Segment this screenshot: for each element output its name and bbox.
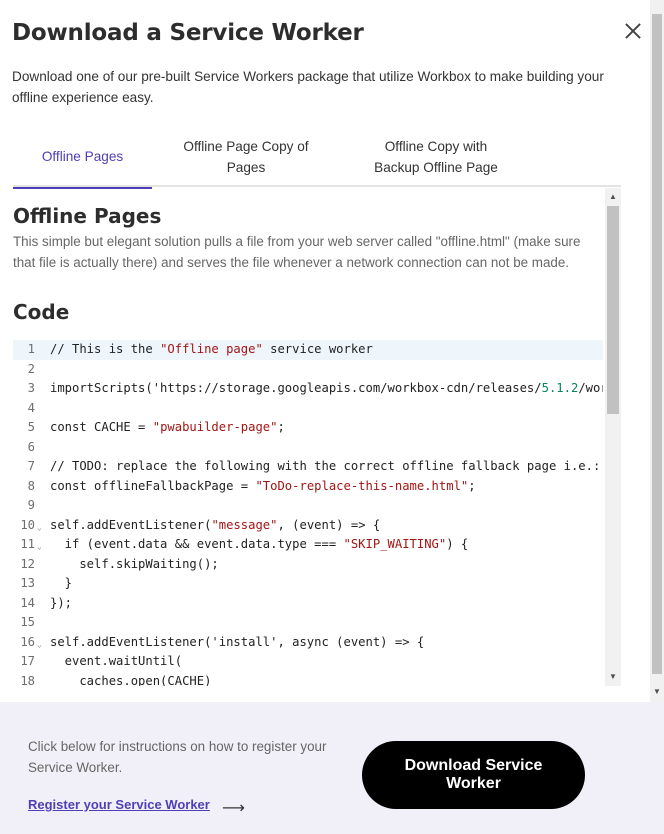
code-line: 12 self.skipWaiting(); (13, 555, 603, 575)
code-line: 17 event.waitUntil( (13, 652, 603, 672)
code-line: 16 ⌄ self.addEventListener('install', asyn… (13, 633, 603, 653)
line-text: importScripts('https://storage.googleapi… (50, 379, 603, 399)
line-number: 7 (27, 459, 35, 473)
page-scrollbar[interactable]: ▼ (650, 0, 664, 702)
code-token: 5.1.2 (541, 381, 579, 395)
line-text: // TODO: replace the following with the … (50, 457, 603, 477)
code-token: , (event) => { (277, 517, 381, 532)
line-number: 5 (27, 420, 35, 434)
code-token: if (event.data && event.data.type === (50, 537, 344, 551)
line-number: 1 (27, 342, 35, 356)
line-number: 18 (20, 673, 35, 687)
line-number: 14 (20, 595, 35, 610)
line-text: caches.open(CACHE) (50, 672, 211, 687)
code-token: self.skipWaiting(); (50, 556, 219, 571)
register-instructions: Click below for instructions on how to r… (28, 739, 327, 775)
code-line: 10 ⌄ self.addEventListener("message", (eve… (13, 516, 603, 536)
line-text: }); (50, 594, 72, 614)
download-service-worker-button[interactable]: Download Service Worker (362, 741, 585, 809)
line-number: 13 (20, 576, 35, 590)
code-token: service worker (262, 342, 373, 356)
line-number: 4 (27, 400, 35, 415)
line-number: 12 (20, 556, 35, 571)
line-number: 17 (20, 654, 35, 668)
code-token: ; (468, 478, 476, 493)
section-description: This simple but elegant solution pulls a… (13, 234, 581, 270)
code-token: self.addEventListener('install', async (… (50, 634, 425, 649)
line-number: 16 (20, 634, 35, 649)
line-text: // This is the "Offline page" service wo… (50, 340, 373, 360)
tab-offline-copy-backup[interactable]: Offline Copy with Backup Offline Page (363, 126, 509, 187)
code-token: "SKIP_WAITING" (343, 537, 447, 551)
code-line: 6 (13, 438, 603, 458)
code-line: 11 ⌄ if (event.data && event.data.type ==… (13, 535, 603, 555)
code-line: 7 // TODO: replace the following with the… (13, 457, 603, 477)
section-title: Offline Pages (13, 204, 162, 228)
dialog-title: Download a Service Worker (12, 20, 364, 46)
code-line: 18 caches.open(CACHE) (13, 672, 603, 687)
code-token: /workbo (578, 381, 603, 395)
code-token: "message" (211, 517, 278, 532)
code-token: const offlineFallbackPage = (50, 478, 256, 493)
code-line: 1 // This is the "Offline page" service w… (13, 340, 603, 360)
line-text: const offlineFallbackPage = "ToDo-replac… (50, 477, 476, 497)
register-service-worker-link[interactable]: Register your Service Worker (28, 797, 210, 812)
code-line: 8 const offlineFallbackPage = "ToDo-repla… (13, 477, 603, 497)
code-token: event.waitUntil( (50, 654, 183, 668)
code-token: "ToDo-replace-this-name.html" (255, 478, 469, 493)
line-number: 11 (20, 537, 35, 551)
arrow-right-icon[interactable]: ⟶ (222, 798, 245, 818)
code-line: 2 (13, 360, 603, 380)
panel-scrollbar-thumb[interactable] (607, 206, 619, 414)
code-editor[interactable]: 1 // This is the "Offline page" service w… (13, 340, 603, 686)
code-token: importScripts('https://storage.googleapi… (50, 381, 542, 395)
page-scroll-down-icon[interactable]: ▼ (653, 688, 661, 696)
code-line: 9 (13, 496, 603, 516)
dialog-footer: Click below for instructions on how to r… (0, 702, 664, 834)
code-token: } (50, 576, 73, 590)
line-number: 15 (20, 615, 35, 629)
code-line: 4 (13, 399, 603, 419)
line-text: self.addEventListener('install', async (… (50, 633, 424, 653)
line-number: 3 (27, 381, 35, 395)
line-number: 10 (20, 517, 35, 532)
code-token: // This is the (50, 342, 161, 356)
line-text: self.addEventListener("message", (event)… (50, 516, 380, 536)
code-line: 14}); (13, 594, 603, 614)
panel-scrollbar[interactable]: ▲ ▼ (605, 188, 621, 686)
line-number: 9 (27, 498, 35, 512)
code-token: const CACHE = (50, 420, 153, 434)
code-token: self.addEventListener( (50, 517, 212, 532)
code-line: 3 importScripts('https://storage.googleap… (13, 379, 603, 399)
code-token: "pwabuilder-page" (152, 420, 278, 434)
dialog-intro: Download one of our pre-built Service Wo… (12, 69, 604, 105)
code-heading: Code (13, 300, 70, 324)
code-token: }); (50, 595, 73, 610)
line-number: 2 (27, 361, 35, 376)
close-icon[interactable] (622, 20, 644, 42)
code-line: 15 (13, 613, 603, 633)
line-text: const CACHE = "pwabuilder-page"; (50, 418, 285, 438)
code-token: // TODO: replace the following with the … (50, 459, 603, 473)
code-token: ) { (446, 537, 469, 551)
page-scrollbar-thumb[interactable] (652, 14, 662, 674)
tab-bar: Offline Pages Offline Page Copy of Pages… (13, 126, 621, 189)
code-token: "Offline page" (160, 342, 263, 356)
scroll-up-icon[interactable]: ▲ (609, 193, 617, 201)
line-text: if (event.data && event.data.type === "S… (50, 535, 469, 555)
tab-offline-page-copy[interactable]: Offline Page Copy of Pages (171, 126, 321, 187)
line-text: self.skipWaiting(); (50, 555, 219, 575)
line-text: } (50, 574, 72, 594)
code-line: 13 } (13, 574, 603, 594)
scroll-down-icon[interactable]: ▼ (609, 673, 617, 681)
code-line: 5 const CACHE = "pwabuilder-page"; (13, 418, 603, 438)
line-number: 8 (27, 478, 35, 493)
code-token: ; (277, 420, 285, 434)
line-text: event.waitUntil( (50, 652, 182, 672)
tab-panel: Offline Pages This simple but elegant so… (13, 188, 621, 686)
code-token: caches.open(CACHE) (50, 673, 212, 687)
line-number: 6 (27, 439, 35, 454)
tab-offline-pages[interactable]: Offline Pages (13, 126, 152, 189)
